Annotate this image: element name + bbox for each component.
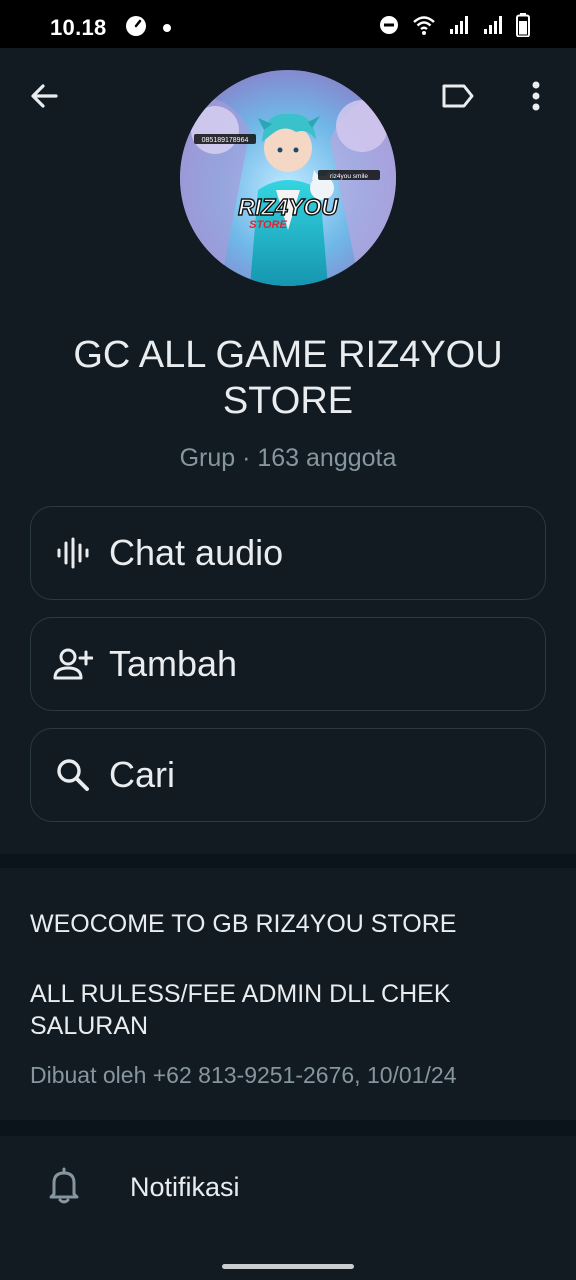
- more-vert-icon: [531, 80, 541, 117]
- search-label: Cari: [109, 754, 176, 795]
- bell-icon: [46, 1166, 82, 1211]
- add-person-icon: [53, 644, 93, 684]
- avatar-logo-title: RIZ4YOU: [238, 194, 339, 220]
- avatar-account-badge: riz4you smile: [330, 173, 368, 180]
- audio-wave-icon: [53, 533, 93, 573]
- back-arrow-icon: [28, 80, 60, 117]
- notifications-row[interactable]: Notifikasi: [0, 1136, 576, 1280]
- group-header-card: 085189178964 riz4you smile RIZ4YOU STORE…: [0, 48, 576, 854]
- dnd-icon: [378, 14, 400, 41]
- group-description-card[interactable]: WEOCOME TO GB RIZ4YOU STORE ALL RULESS/F…: [0, 868, 576, 1120]
- chat-audio-label: Chat audio: [109, 532, 284, 573]
- description-line-1: WEOCOME TO GB RIZ4YOU STORE: [30, 910, 457, 938]
- notifications-label: Notifikasi: [130, 1172, 240, 1202]
- more-options-button[interactable]: [512, 74, 560, 122]
- group-member-count: Grup · 163 anggota: [179, 444, 397, 472]
- speed-icon: [124, 14, 148, 43]
- wifi-icon: [412, 14, 436, 41]
- status-time: 10.18: [50, 15, 107, 40]
- signal-icon: [482, 14, 504, 41]
- group-info-screen: 085189178964 riz4you smile RIZ4YOU STORE…: [0, 48, 576, 1280]
- description-line-2: ALL RULESS/FEE ADMIN DLL CHEK SALURAN: [30, 980, 451, 1040]
- status-bar: 10.18: [0, 0, 576, 48]
- dot-icon: [162, 20, 172, 38]
- signal-icon: [448, 14, 470, 41]
- search-icon: [53, 755, 93, 795]
- created-by-text: Dibuat oleh +62 813-9251-2676, 10/01/24: [30, 1062, 457, 1088]
- home-indicator[interactable]: [222, 1264, 354, 1269]
- back-button[interactable]: [20, 74, 68, 122]
- add-member-button[interactable]: Tambah: [30, 617, 546, 711]
- search-button[interactable]: Cari: [30, 728, 546, 822]
- group-name: GC ALL GAME RIZ4YOU STORE: [73, 334, 503, 422]
- avatar-phone-badge: 085189178964: [202, 137, 249, 144]
- battery-icon: [516, 13, 530, 42]
- label-button[interactable]: [434, 74, 482, 122]
- label-tag-icon: [441, 83, 475, 114]
- add-member-label: Tambah: [109, 643, 238, 684]
- avatar-logo-subtitle: STORE: [249, 219, 287, 231]
- chat-audio-button[interactable]: Chat audio: [30, 506, 546, 600]
- group-avatar[interactable]: 085189178964 riz4you smile RIZ4YOU STORE: [180, 70, 396, 286]
